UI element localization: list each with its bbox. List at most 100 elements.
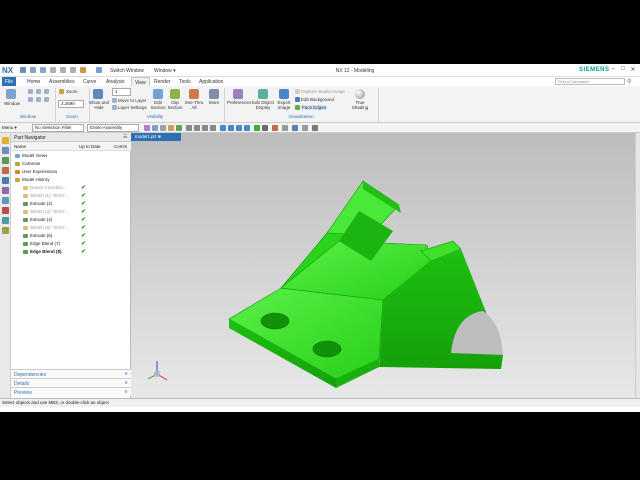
zoom-view-icon[interactable] xyxy=(228,125,234,131)
tree-node[interactable]: Sketch (5) "SKET... ✔ xyxy=(11,224,131,232)
shaded-display-icon[interactable] xyxy=(254,125,260,131)
tab-application[interactable]: Application xyxy=(196,77,226,86)
zoom-scale-input[interactable]: 2.2690 xyxy=(58,100,84,108)
cut-icon[interactable] xyxy=(50,67,56,73)
column-up-to-date[interactable]: Up to Date xyxy=(79,144,101,149)
tree-node[interactable]: Model History xyxy=(11,176,131,184)
tree-node[interactable]: Extrude (2) ✔ xyxy=(11,200,131,208)
selection-scope-select[interactable]: Entire Assembly xyxy=(87,124,139,132)
tab-home[interactable]: Home xyxy=(24,77,43,86)
move-to-layer-button[interactable]: Move to Layer xyxy=(118,98,147,103)
panel-preview[interactable]: Preview ∨ xyxy=(11,387,131,396)
select-body-icon[interactable] xyxy=(160,125,166,131)
work-layer-select[interactable]: 1 xyxy=(112,88,131,96)
orient-view-icon[interactable] xyxy=(272,125,278,131)
menu-button[interactable]: Menu ▾ xyxy=(2,125,17,131)
paste-icon[interactable] xyxy=(70,67,76,73)
pan-view-icon[interactable] xyxy=(244,125,250,131)
constraint-navigator-icon[interactable] xyxy=(2,157,9,164)
fit-view-icon[interactable] xyxy=(220,125,226,131)
see-thru-all-button[interactable]: See-Thru All xyxy=(184,100,204,110)
view-layout-icon[interactable] xyxy=(28,89,33,94)
snap-midpoint-icon[interactable] xyxy=(202,125,208,131)
web-browser-icon[interactable] xyxy=(2,187,9,194)
command-finder-input[interactable]: Find a Command xyxy=(555,78,625,85)
search-icon[interactable]: ⚲ xyxy=(627,78,631,85)
select-point-icon[interactable] xyxy=(176,125,182,131)
edit-object-display-button[interactable]: Edit Object Display xyxy=(252,100,274,110)
part-navigator-icon[interactable] xyxy=(2,137,9,144)
select-curve-icon[interactable] xyxy=(168,125,174,131)
edit-background-button[interactable]: Edit Background xyxy=(301,97,334,102)
viewport-right-scrollbar[interactable] xyxy=(635,133,640,398)
tab-analysis[interactable]: Analysis xyxy=(103,77,128,86)
select-tool-icon[interactable] xyxy=(144,125,150,131)
tree-node[interactable]: Datum Coordina... ✔ xyxy=(11,184,131,192)
capture-studio-image-button[interactable]: Capture Studio Image xyxy=(301,89,345,94)
view-tile-icon[interactable] xyxy=(36,89,41,94)
tree-node[interactable]: Sketch (3) "SKET... ✔ xyxy=(11,208,131,216)
redo-icon[interactable] xyxy=(40,67,46,73)
display-settings-icon[interactable] xyxy=(302,125,308,131)
column-comment[interactable]: Comm xyxy=(114,144,127,149)
view-front-icon[interactable] xyxy=(28,97,33,102)
layer-visibility-icon[interactable] xyxy=(292,125,298,131)
hole-right[interactable] xyxy=(312,340,342,358)
tab-assemblies[interactable]: Assemblies xyxy=(46,77,78,86)
graphics-window[interactable]: model1.prt ⊗ xyxy=(131,133,640,398)
maximize-button[interactable]: □ xyxy=(618,66,628,75)
section-view-icon[interactable] xyxy=(282,125,288,131)
wireframe-display-icon[interactable] xyxy=(262,125,268,131)
hd3d-tools-icon[interactable] xyxy=(2,177,9,184)
zoom-button[interactable]: Zoom xyxy=(66,89,78,94)
system-materials-icon[interactable] xyxy=(2,227,9,234)
view-single-icon[interactable] xyxy=(44,89,49,94)
tab-tools[interactable]: Tools xyxy=(176,77,194,86)
switch-window-button[interactable]: Switch Window xyxy=(110,68,144,74)
window-button[interactable]: Window xyxy=(2,101,22,106)
column-name[interactable]: Name xyxy=(14,144,26,149)
true-shading-button[interactable]: True Shading xyxy=(349,100,371,110)
clip-section-button[interactable]: Clip Section xyxy=(165,100,185,110)
hole-left[interactable] xyxy=(260,312,290,330)
tree-node[interactable]: User Expressions xyxy=(11,168,131,176)
tree-node[interactable]: Edge Blend (7) ✔ xyxy=(11,240,131,248)
repeat-command-icon[interactable] xyxy=(80,67,86,73)
face-edges-toggle[interactable]: Face Edges xyxy=(301,105,328,110)
view-top-icon[interactable] xyxy=(36,97,41,102)
panel-dependencies[interactable]: Dependencies ∨ xyxy=(11,369,131,378)
selection-filter-select[interactable]: No Selection Filter xyxy=(32,124,84,132)
snap-endpoint-icon[interactable] xyxy=(194,125,200,131)
tab-file[interactable]: File xyxy=(2,77,17,86)
view-right-icon[interactable] xyxy=(44,97,49,102)
more-button[interactable]: More xyxy=(205,100,223,105)
assembly-navigator-icon[interactable] xyxy=(2,147,9,154)
tab-view[interactable]: View xyxy=(131,77,150,86)
tab-curve[interactable]: Curve xyxy=(80,77,99,86)
more-tools-icon[interactable] xyxy=(312,125,318,131)
model-render[interactable] xyxy=(131,133,635,398)
roles-icon[interactable] xyxy=(2,217,9,224)
export-image-button[interactable]: Export Image xyxy=(274,100,294,110)
panel-details[interactable]: Details ∨ xyxy=(11,378,131,387)
tree-node[interactable]: Edge Blend (8) ✔ xyxy=(11,248,131,256)
reuse-library-icon[interactable] xyxy=(2,167,9,174)
minimize-button[interactable]: – xyxy=(608,66,618,75)
preferences-button[interactable]: Preferences xyxy=(226,100,252,105)
snap-center-icon[interactable] xyxy=(210,125,216,131)
rotate-view-icon[interactable] xyxy=(236,125,242,131)
show-and-hide-button[interactable]: Show and Hide xyxy=(88,100,110,110)
tree-node[interactable]: Cameras xyxy=(11,160,131,168)
save-icon[interactable] xyxy=(20,67,26,73)
tree-node[interactable]: Extrude (6) ✔ xyxy=(11,232,131,240)
tree-node[interactable]: Sketch (1) "SKET... ✔ xyxy=(11,192,131,200)
tree-node[interactable]: Extrude (4) ✔ xyxy=(11,216,131,224)
select-face-icon[interactable] xyxy=(152,125,158,131)
switch-window-icon[interactable] xyxy=(96,67,102,73)
layer-settings-button[interactable]: Layer Settings xyxy=(118,105,147,110)
history-icon[interactable] xyxy=(2,197,9,204)
tree-node[interactable]: Model Views xyxy=(11,152,131,160)
tab-render[interactable]: Render xyxy=(151,77,173,86)
snap-icon[interactable] xyxy=(186,125,192,131)
navigator-options-icon[interactable]: ☰ xyxy=(123,134,127,140)
